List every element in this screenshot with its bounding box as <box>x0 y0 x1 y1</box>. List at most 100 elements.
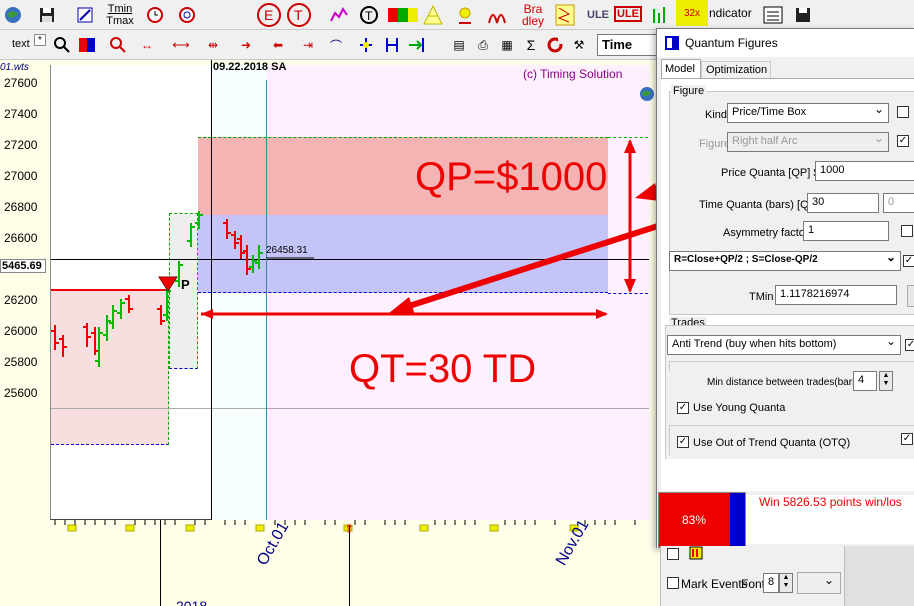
wave-icon[interactable] <box>326 2 352 28</box>
print-icon[interactable]: ⎙ <box>472 33 494 57</box>
planet-t-icon[interactable]: T <box>284 0 314 30</box>
figure-checkbox[interactable]: ✓ <box>897 135 909 147</box>
bottom-tool-icon[interactable] <box>689 546 703 560</box>
min-dist-label: Min distance between trades(bars) <box>707 377 861 388</box>
bars-icon[interactable] <box>646 2 672 28</box>
min-dist-input[interactable]: 4 <box>853 371 877 391</box>
globe-icon[interactable] <box>2 2 24 28</box>
bradley-button[interactable]: Bra dley <box>516 0 550 30</box>
red-blue-box-icon[interactable] <box>76 34 98 56</box>
otq-right-checkbox[interactable]: ✓ <box>901 433 913 445</box>
y-tick: 26000 <box>4 324 38 338</box>
astro-symbol-icon[interactable]: T <box>356 2 382 28</box>
arc-icon[interactable]: ⌒ <box>324 33 348 57</box>
time-select[interactable]: Time <box>597 34 657 56</box>
mark-events-checkbox[interactable] <box>667 577 679 589</box>
clock-icon[interactable] <box>142 2 168 28</box>
kind-select[interactable]: Price/Time Box <box>727 103 889 123</box>
planet-e-icon[interactable]: E <box>254 0 284 30</box>
ule-button[interactable]: ULE <box>584 4 612 26</box>
y-tick: 25800 <box>4 355 38 369</box>
refresh-icon[interactable] <box>544 33 566 57</box>
win-progress-label: 83% <box>681 513 707 527</box>
indicator-button[interactable]: ndicator <box>708 2 756 24</box>
qt-pointer-arrow <box>405 222 660 310</box>
sum-icon[interactable]: Σ <box>520 33 542 57</box>
triangle-grid-icon[interactable] <box>420 2 446 28</box>
y-tick: 26800 <box>4 200 38 214</box>
font-dropdown[interactable]: ⌄ <box>797 572 841 594</box>
ule-boxed-button[interactable]: ULE <box>614 3 642 25</box>
zigzag-icon[interactable] <box>552 2 578 28</box>
tab-optimization[interactable]: Optimization <box>701 61 771 79</box>
chart-window-icon[interactable] <box>72 2 98 28</box>
asym-checkbox[interactable] <box>901 225 913 237</box>
dialog-title: Quantum Figures <box>685 36 778 50</box>
rs-select[interactable]: R=Close+QP/2 ; S=Close-QP/2 <box>669 251 901 271</box>
young-checkbox[interactable]: ✓ <box>677 402 689 414</box>
kind-checkbox[interactable] <box>897 106 909 118</box>
otq-checkbox[interactable]: ✓ <box>677 436 689 448</box>
bottom-checkbox-1[interactable] <box>667 548 679 560</box>
young-label: Use Young Quanta <box>693 402 786 414</box>
trades-select[interactable]: Anti Trend (buy when hits bottom) <box>667 335 901 355</box>
text-asterisk-button[interactable]: * <box>34 34 46 46</box>
pendulum-icon[interactable] <box>452 2 478 28</box>
win-progress-bar: 83% <box>658 492 746 548</box>
width-arrow-icon[interactable]: ↔ <box>134 33 160 57</box>
left-arrow-icon[interactable]: ⬅ <box>266 33 290 57</box>
chart-area[interactable]: 01.wts P 26458.31 09.22.2018 SA (c) Timi… <box>0 60 660 606</box>
tab-model[interactable]: Model <box>661 59 701 79</box>
green-arrow-icon[interactable] <box>404 33 428 57</box>
fork-icon[interactable] <box>354 33 378 57</box>
document-icon[interactable]: ▤ <box>448 33 470 57</box>
stripes-icon[interactable] <box>484 2 514 28</box>
chart-globe-icon[interactable] <box>639 86 655 102</box>
min-dist-spinner[interactable]: ▲ ▼ <box>879 371 893 391</box>
converge-arrow-icon[interactable]: ⇹ <box>200 33 226 57</box>
trades-checkbox[interactable]: ✓ <box>905 339 914 351</box>
chart-settings-icon[interactable]: ▦ <box>496 33 518 57</box>
zoom-red-icon[interactable] <box>106 33 130 57</box>
text-tool-label[interactable]: text <box>12 38 30 50</box>
font-spinner[interactable]: ▲ ▼ <box>779 573 793 593</box>
asym-label: Asymmetry factor <box>723 227 809 239</box>
tmin-button[interactable] <box>907 285 914 307</box>
right-arrow-icon[interactable]: ➜ <box>234 33 258 57</box>
zoom-icon[interactable] <box>50 33 74 57</box>
bottom-right-area <box>844 546 914 606</box>
x32-button[interactable]: 32x <box>676 0 708 26</box>
annotation-arrows <box>201 139 660 319</box>
calculator-icon[interactable] <box>760 2 786 28</box>
ule-boxed-label: ULE <box>614 6 642 22</box>
rs-checkbox[interactable]: ✓ <box>903 255 914 267</box>
dialog-app-icon <box>665 36 679 50</box>
arrow-to-line-icon[interactable]: ⇥ <box>296 33 320 57</box>
font-input[interactable]: 8 <box>763 573 779 593</box>
double-arrow-icon[interactable]: ⟷ <box>168 33 194 57</box>
date-line-ext <box>160 520 161 606</box>
figure-select[interactable]: Right half Arc <box>727 132 889 152</box>
plot-area[interactable]: P 26458.31 09.22.2018 SA (c) Timing Solu… <box>50 60 660 520</box>
tools-icon[interactable]: ⚒ <box>568 33 590 57</box>
bracket-arrows-icon[interactable] <box>380 33 404 57</box>
drawing-toolbar: text * ↔ ⟷ ⇹ ➜ ⬅ ⇥ ⌒ ▤ ⎙ ▦ Σ ⚒ Time <box>0 30 660 60</box>
main-toolbar: Tmin Tmax E T T Bra dley ULE ULE 32x ndi… <box>0 0 914 30</box>
wheel-icon[interactable] <box>174 2 200 28</box>
mark-events-label: Mark Events <box>681 577 748 591</box>
trades-divider <box>669 361 914 371</box>
tq-input[interactable]: 30 <box>807 193 879 213</box>
tmin-input[interactable]: 1.1178216974 <box>775 285 897 305</box>
event-marker-icon: ⇑ <box>344 522 355 536</box>
save-dialog-icon[interactable] <box>790 2 816 28</box>
color-bars-icon[interactable] <box>386 4 420 26</box>
tmin-tmax-button[interactable]: Tmin Tmax <box>102 0 138 30</box>
dialog-titlebar[interactable]: Quantum Figures <box>657 29 914 57</box>
tq-input-2[interactable]: 0 <box>883 193 914 213</box>
win-text: Win 5826.53 points win/los <box>759 495 902 509</box>
pq-input[interactable]: 1000 <box>815 161 914 181</box>
save-icon[interactable] <box>34 2 60 28</box>
asym-input[interactable]: 1 <box>803 221 889 241</box>
kind-label: Kind <box>705 109 728 121</box>
x32-label: 32x <box>683 7 701 19</box>
